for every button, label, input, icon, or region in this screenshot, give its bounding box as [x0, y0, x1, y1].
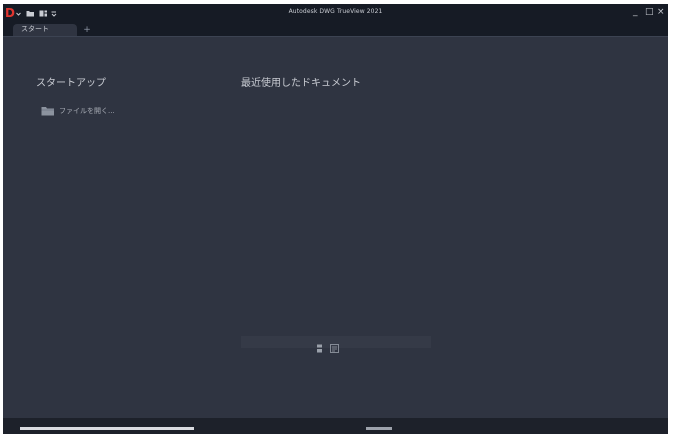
open-file-label: ファイルを開く... — [59, 106, 115, 115]
recent-documents-title: 最近使用したドキュメント — [241, 78, 361, 89]
open-file-link[interactable]: ファイルを開く... — [41, 105, 115, 117]
close-button[interactable]: × — [657, 7, 665, 18]
status-bar — [3, 418, 668, 434]
large-icons-view-icon[interactable] — [316, 338, 323, 357]
app-window: D Autodesk DWG TrueView 2021 _ □ × スタート … — [3, 4, 668, 434]
tab-start-label: スタート — [21, 25, 49, 33]
startup-title: スタートアップ — [36, 78, 106, 89]
folder-icon — [41, 106, 55, 116]
add-tab-button[interactable]: + — [81, 24, 93, 36]
tab-start[interactable]: スタート — [13, 24, 77, 36]
status-indicator-secondary — [366, 427, 392, 430]
tab-row — [3, 24, 668, 37]
maximize-button[interactable]: □ — [645, 7, 654, 18]
list-view-icon[interactable] — [330, 338, 339, 357]
window-title: Autodesk DWG TrueView 2021 — [288, 8, 383, 15]
status-indicator — [20, 427, 194, 430]
title-bar: D Autodesk DWG TrueView 2021 _ □ × — [3, 4, 668, 24]
minimize-button[interactable]: _ — [633, 7, 638, 18]
